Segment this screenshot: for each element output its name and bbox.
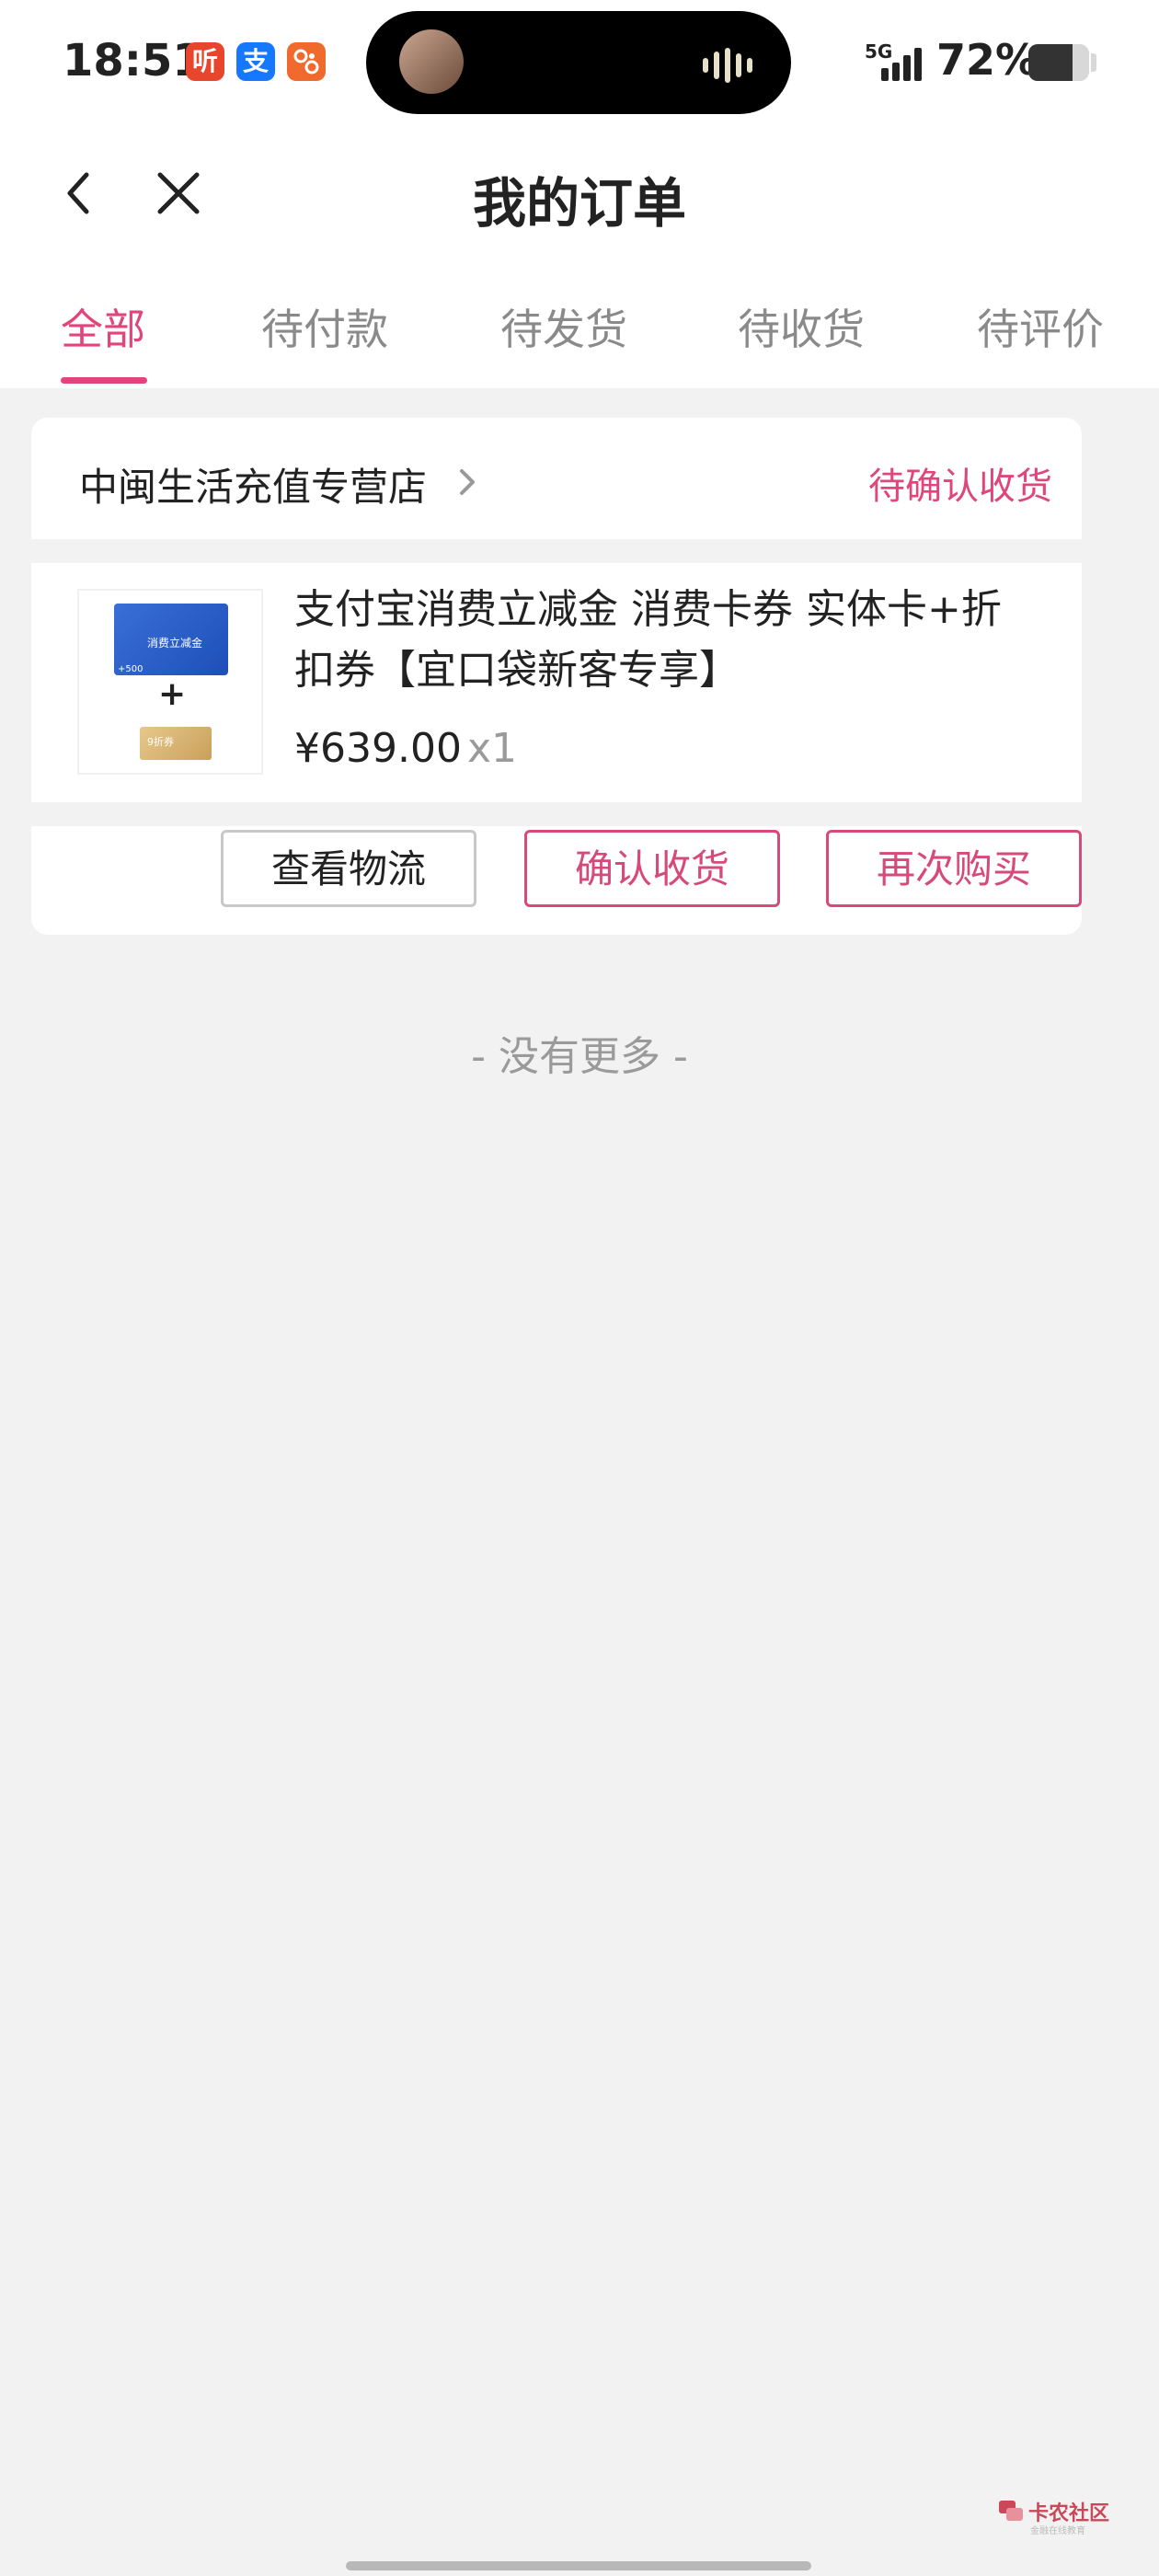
taobao-app-icon bbox=[287, 42, 326, 81]
nav-bar: 我的订单 bbox=[0, 129, 1159, 258]
home-indicator[interactable] bbox=[346, 2561, 811, 2570]
tab-pending-review[interactable]: 待评价 bbox=[977, 296, 1104, 357]
avatar bbox=[399, 29, 464, 94]
product-thumbnail[interactable]: 消费立减金 +500 + 9折券 bbox=[77, 589, 263, 775]
watermark-logo-icon bbox=[999, 2501, 1023, 2521]
alipay-app-icon: 支 bbox=[236, 42, 275, 81]
audio-wave-icon bbox=[703, 48, 758, 83]
battery-cap bbox=[1091, 53, 1096, 72]
dynamic-island[interactable] bbox=[366, 11, 791, 114]
status-bar: 18:51 听 支 5G 72% bbox=[0, 0, 1159, 129]
product-price: ¥639.00 bbox=[294, 725, 462, 772]
watermark-subtext: 金融在线教育 bbox=[1030, 2526, 1085, 2536]
shop-name[interactable]: 中闽生活充值专营店 bbox=[79, 456, 427, 512]
view-logistics-button[interactable]: 查看物流 bbox=[221, 830, 476, 907]
order-status: 待确认收货 bbox=[868, 466, 1052, 508]
tab-pending-receipt[interactable]: 待收货 bbox=[738, 296, 865, 357]
gift-card-value: +500 bbox=[118, 664, 143, 674]
confirm-receipt-button[interactable]: 确认收货 bbox=[524, 830, 780, 907]
no-more-text: - 没有更多 - bbox=[471, 1033, 688, 1080]
divider bbox=[31, 802, 1082, 826]
gift-card-label: 消费立减金 bbox=[147, 637, 203, 650]
ting-app-icon: 听 bbox=[186, 42, 224, 81]
battery-icon bbox=[1028, 44, 1089, 81]
network-type: 5G bbox=[865, 40, 893, 63]
order-tabs: 全部 待付款 待发货 待收货 待评价 bbox=[0, 258, 1159, 388]
tab-pending-shipment[interactable]: 待发货 bbox=[500, 296, 627, 357]
divider bbox=[31, 539, 1082, 563]
tab-all[interactable]: 全部 bbox=[61, 296, 145, 357]
plus-sign: + bbox=[158, 675, 187, 713]
status-time: 18:51 bbox=[63, 35, 203, 86]
order-card[interactable]: 中闽生活充值专营店 待确认收货 消费立减金 +500 + 9折券 支付宝消费立减… bbox=[31, 418, 1082, 935]
active-tab-indicator bbox=[61, 377, 147, 384]
battery-percent: 72% bbox=[936, 35, 1039, 85]
battery-level bbox=[1028, 44, 1073, 81]
product-quantity: x1 bbox=[467, 725, 518, 772]
page-title: 我的订单 bbox=[472, 172, 686, 235]
chevron-right-icon[interactable] bbox=[454, 464, 480, 504]
tab-pending-payment[interactable]: 待付款 bbox=[261, 296, 388, 357]
product-title[interactable]: 支付宝消费立减金 消费卡券 实体卡+折扣券【宜口袋新客专享】 bbox=[294, 580, 1030, 701]
coupon-label: 9折券 bbox=[147, 736, 174, 748]
buy-again-button[interactable]: 再次购买 bbox=[826, 830, 1082, 907]
